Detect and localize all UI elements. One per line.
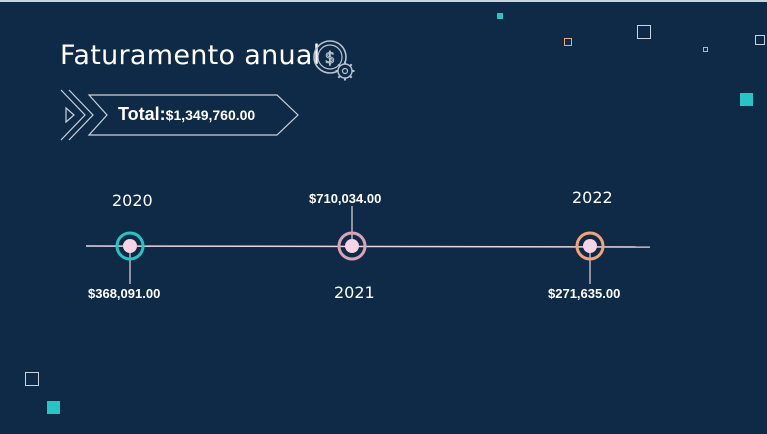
deco-square-outline-right <box>755 35 765 45</box>
timeline-dot-2020 <box>123 239 137 253</box>
slide: Faturamento anual $ Total:$1,349,760.00 <box>0 0 767 434</box>
deco-square-orange-1 <box>564 38 572 46</box>
deco-square-orange-2 <box>703 47 708 52</box>
timeline-dot-2021 <box>345 239 359 253</box>
amount-label-2020: $368,091.00 <box>88 286 161 301</box>
year-label-2022: 2022 <box>572 188 613 207</box>
amount-label-2021: $710,034.00 <box>309 191 382 206</box>
deco-square-teal-bottom <box>47 401 60 414</box>
timeline-dot-2022 <box>583 239 597 253</box>
deco-square-outline-top <box>637 25 651 39</box>
timeline <box>85 206 651 284</box>
deco-square-teal-top <box>497 13 503 19</box>
timeline-line <box>85 245 651 248</box>
year-label-2021: 2021 <box>334 283 375 302</box>
amount-label-2022: $271,635.00 <box>548 286 621 301</box>
year-label-2020: 2020 <box>112 191 153 210</box>
deco-square-outline-bottom <box>25 372 39 386</box>
deco-square-teal-right <box>740 93 753 106</box>
